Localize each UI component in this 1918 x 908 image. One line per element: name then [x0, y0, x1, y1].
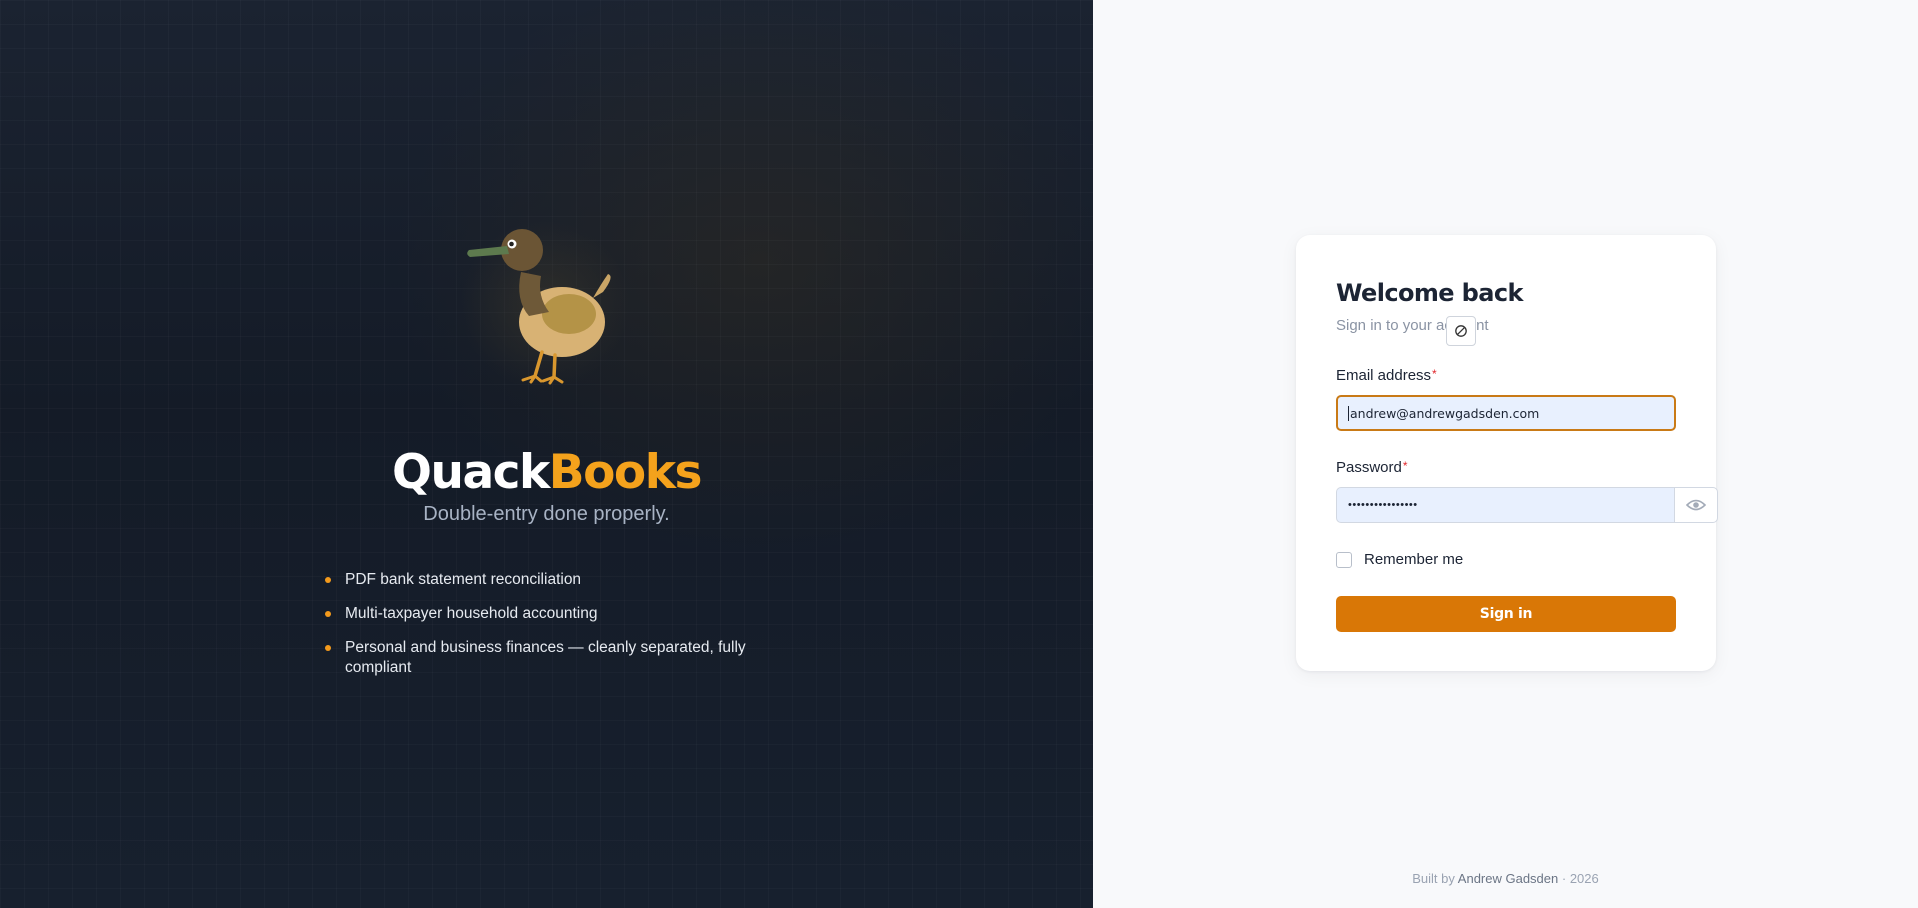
password-label-text: Password	[1336, 459, 1402, 476]
feature-item: Multi-taxpayer household accounting	[325, 604, 765, 624]
password-field[interactable]: ••••••••••••••••	[1336, 487, 1675, 523]
remember-me-label: Remember me	[1364, 551, 1464, 568]
email-value: andrew@andrewgadsden.com	[1350, 405, 1540, 421]
block-icon-button[interactable]	[1446, 316, 1476, 346]
email-label-text: Email address	[1336, 367, 1432, 384]
bullet-icon	[325, 577, 331, 583]
bullet-icon	[325, 611, 331, 617]
login-panel: Welcome back Sign in to your account Ema…	[1093, 0, 1918, 908]
footer: Built by Andrew Gadsden · 2026	[1093, 871, 1918, 886]
email-label: Email address*	[1336, 367, 1437, 384]
password-group: ••••••••••••••••	[1336, 487, 1718, 523]
text-caret	[1348, 405, 1349, 421]
footer-author-link[interactable]: Andrew Gadsden	[1458, 871, 1558, 886]
bullet-icon	[325, 645, 331, 651]
feature-item: Personal and business finances — cleanly…	[325, 638, 765, 678]
login-card: Welcome back Sign in to your account Ema…	[1296, 235, 1718, 671]
feature-item: PDF bank statement reconciliation	[325, 570, 765, 590]
eye-icon	[1686, 499, 1706, 511]
feature-text: Personal and business finances — cleanly…	[345, 639, 746, 676]
toggle-password-visibility-button[interactable]	[1674, 487, 1718, 523]
feature-list: PDF bank statement reconciliation Multi-…	[325, 570, 765, 692]
block-icon	[1455, 325, 1467, 337]
email-field[interactable]: andrew@andrewgadsden.com	[1336, 395, 1676, 431]
feature-text: Multi-taxpayer household accounting	[345, 605, 598, 622]
brand-panel: QuackBooks Double-entry done properly. P…	[0, 0, 1093, 908]
feature-text: PDF bank statement reconciliation	[345, 571, 582, 588]
page-title: Welcome back	[1336, 279, 1523, 307]
brand-tagline: Double-entry done properly.	[423, 503, 670, 525]
footer-suffix: · 2026	[1561, 871, 1599, 886]
required-marker: *	[1432, 367, 1437, 381]
required-marker: *	[1402, 459, 1408, 473]
remember-me-checkbox[interactable]	[1336, 551, 1352, 568]
brand-wordmark: QuackBooks	[0, 445, 1093, 501]
brand-name-part1: Quack	[392, 445, 550, 500]
password-value: ••••••••••••••••	[1348, 499, 1418, 511]
remember-me[interactable]: Remember me	[1336, 551, 1463, 568]
brand-name-part2: Books	[548, 445, 703, 500]
duck-logo	[455, 212, 635, 402]
password-label: Password*	[1336, 459, 1408, 476]
footer-prefix: Built by	[1412, 871, 1455, 886]
sign-in-button[interactable]: Sign in	[1336, 596, 1676, 632]
